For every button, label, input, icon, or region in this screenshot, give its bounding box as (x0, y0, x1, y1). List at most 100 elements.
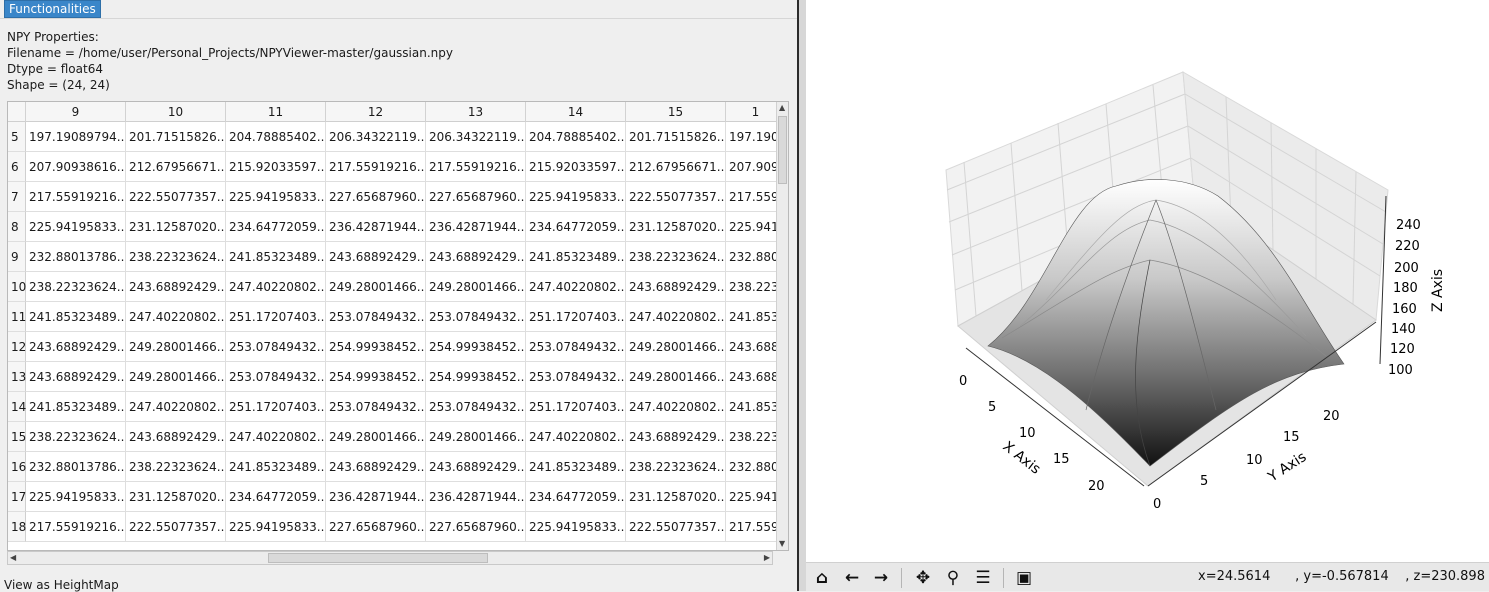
row-header[interactable]: 5 (8, 122, 26, 152)
table-cell[interactable]: 227.65687960... (326, 182, 426, 212)
table-cell[interactable]: 225.94195833... (226, 182, 326, 212)
table-cell[interactable]: 253.07849432... (426, 302, 526, 332)
table-cell[interactable]: 232.88013786... (26, 242, 126, 272)
table-cell[interactable]: 225.94195833... (26, 212, 126, 242)
table-cell[interactable]: 215.92033597... (526, 152, 626, 182)
table-cell[interactable]: 253.07849432... (226, 362, 326, 392)
table-cell[interactable]: 249.28001466... (426, 272, 526, 302)
table-cell[interactable]: 225.94195833... (226, 512, 326, 542)
table-cell[interactable]: 249.28001466... (626, 332, 726, 362)
table-cell[interactable]: 238.22323624... (126, 242, 226, 272)
table-cell[interactable]: 251.17207403... (526, 302, 626, 332)
table-cell[interactable]: 217.55919216... (26, 512, 126, 542)
table-cell[interactable]: 222.55077357... (126, 182, 226, 212)
home-icon[interactable]: ⌂ (810, 566, 834, 590)
table-cell[interactable]: 231.12587020... (126, 482, 226, 512)
row-header[interactable]: 7 (8, 182, 26, 212)
column-header[interactable]: 15 (626, 102, 726, 122)
table-cell[interactable]: 243.68892429... (426, 452, 526, 482)
table-cell[interactable]: 241.85323489... (226, 242, 326, 272)
table-cell[interactable]: 234.64772059... (526, 212, 626, 242)
back-icon[interactable]: ← (840, 566, 864, 590)
table-cell[interactable]: 243.68892429... (326, 242, 426, 272)
surface-plot-3d[interactable]: 0 5 10 15 20 X Axis 0 5 10 15 20 Y Axis … (806, 0, 1489, 560)
row-header[interactable]: 14 (8, 392, 26, 422)
table-cell[interactable]: 206.34322119... (426, 122, 526, 152)
table-cell[interactable]: 254.99938452... (426, 362, 526, 392)
table-cell[interactable]: 236.42871944... (326, 212, 426, 242)
row-header[interactable]: 18 (8, 512, 26, 542)
table-cell[interactable]: 249.28001466... (426, 422, 526, 452)
row-header[interactable]: 16 (8, 452, 26, 482)
column-header[interactable]: 11 (226, 102, 326, 122)
table-cell[interactable]: 249.28001466... (626, 362, 726, 392)
table-cell[interactable]: 241.85323489... (526, 452, 626, 482)
table-cell[interactable]: 241.85323489... (226, 452, 326, 482)
table-cell[interactable]: 247.40220802... (526, 272, 626, 302)
table-cell[interactable]: 243.68892429... (126, 422, 226, 452)
table-cell[interactable]: 249.28001466... (126, 332, 226, 362)
table-cell[interactable]: 251.17207403... (226, 392, 326, 422)
table-cell[interactable]: 238.22323624... (26, 422, 126, 452)
table-cell[interactable]: 241.85323489... (26, 392, 126, 422)
row-header[interactable]: 13 (8, 362, 26, 392)
table-cell[interactable]: 247.40220802... (126, 302, 226, 332)
table-cell[interactable]: 249.28001466... (126, 362, 226, 392)
vertical-scroll-thumb[interactable] (778, 116, 787, 184)
table-cell[interactable]: 234.64772059... (226, 212, 326, 242)
table-cell[interactable]: 247.40220802... (226, 422, 326, 452)
table-cell[interactable]: 212.67956671... (126, 152, 226, 182)
table-cell[interactable]: 241.85323489... (526, 242, 626, 272)
table-cell[interactable]: 217.55919216... (326, 152, 426, 182)
table-cell[interactable]: 222.55077357... (626, 512, 726, 542)
horizontal-scroll-thumb[interactable] (268, 553, 488, 563)
save-icon[interactable]: ▣ (1012, 566, 1036, 590)
table-cell[interactable]: 254.99938452... (426, 332, 526, 362)
table-cell[interactable]: 243.68892429... (26, 362, 126, 392)
table-cell[interactable]: 251.17207403... (226, 302, 326, 332)
column-header[interactable]: 14 (526, 102, 626, 122)
row-header[interactable]: 15 (8, 422, 26, 452)
table-cell[interactable]: 234.64772059... (526, 482, 626, 512)
array-table[interactable]: 9 10 11 12 13 14 15 1 5 197.19089794... 201.71515… (7, 101, 789, 551)
row-header[interactable]: 6 (8, 152, 26, 182)
table-cell[interactable]: 253.07849432... (426, 392, 526, 422)
table-cell[interactable]: 231.12587020... (126, 212, 226, 242)
table-cell[interactable]: 227.65687960... (326, 512, 426, 542)
table-cell[interactable]: 236.42871944... (426, 482, 526, 512)
table-cell[interactable]: 234.64772059... (226, 482, 326, 512)
table-cell[interactable]: 247.40220802... (526, 422, 626, 452)
column-header[interactable]: 9 (26, 102, 126, 122)
table-cell[interactable]: 215.92033597... (226, 152, 326, 182)
table-cell[interactable]: 253.07849432... (326, 302, 426, 332)
table-cell[interactable]: 251.17207403... (526, 392, 626, 422)
zoom-icon[interactable]: ⚲ (941, 566, 965, 590)
configure-icon[interactable]: ☰ (971, 566, 995, 590)
table-cell[interactable]: 238.22323624... (26, 272, 126, 302)
table-cell[interactable]: 238.22323624... (626, 452, 726, 482)
table-cell[interactable]: 247.40220802... (226, 272, 326, 302)
panel-splitter[interactable] (797, 0, 806, 591)
table-cell[interactable]: 253.07849432... (526, 332, 626, 362)
table-cell[interactable]: 236.42871944... (326, 482, 426, 512)
table-cell[interactable]: 249.28001466... (326, 422, 426, 452)
row-header[interactable]: 12 (8, 332, 26, 362)
table-cell[interactable]: 217.55919216... (426, 152, 526, 182)
table-cell[interactable]: 236.42871944... (426, 212, 526, 242)
row-header[interactable]: 8 (8, 212, 26, 242)
column-header[interactable]: 12 (326, 102, 426, 122)
scroll-up-icon[interactable]: ▲ (779, 102, 785, 114)
table-cell[interactable]: 201.71515826... (626, 122, 726, 152)
table-cell[interactable]: 253.07849432... (326, 392, 426, 422)
column-header[interactable]: 13 (426, 102, 526, 122)
table-cell[interactable]: 232.88013786... (26, 452, 126, 482)
table-cell[interactable]: 227.65687960... (426, 182, 526, 212)
table-cell[interactable]: 243.68892429... (26, 332, 126, 362)
table-cell[interactable]: 238.22323624... (626, 242, 726, 272)
forward-icon[interactable]: → (869, 566, 893, 590)
row-header[interactable]: 11 (8, 302, 26, 332)
table-cell[interactable]: 225.94195833... (526, 182, 626, 212)
row-header[interactable]: 17 (8, 482, 26, 512)
view-heightmap-button[interactable]: View as HeightMap (4, 578, 119, 592)
table-cell[interactable]: 212.67956671... (626, 152, 726, 182)
